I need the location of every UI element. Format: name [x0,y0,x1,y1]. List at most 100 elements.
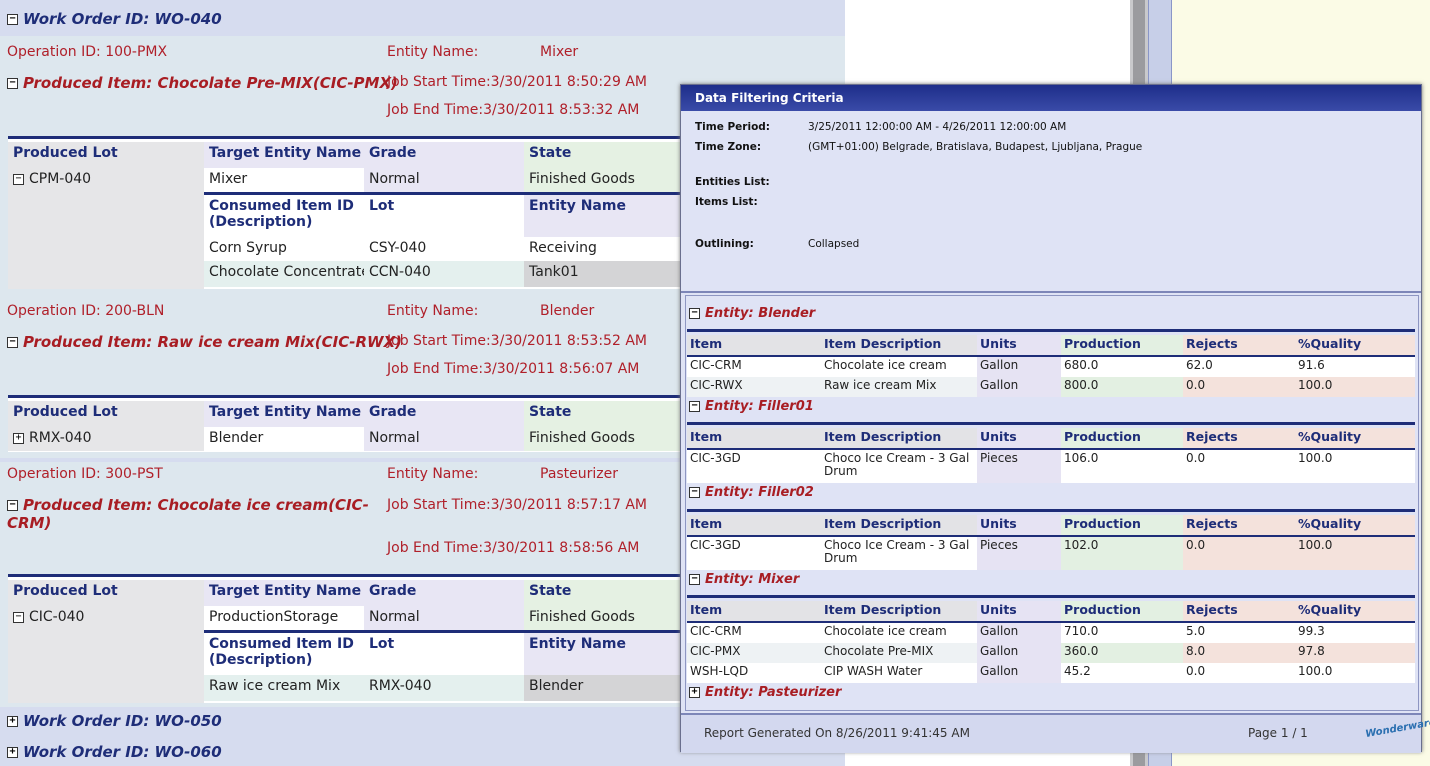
collapse-icon[interactable]: − [13,173,24,185]
expand-icon[interactable]: + [7,716,18,727]
entity-title: Entity: Filler01 [705,399,814,414]
rejects-cell: 0.0 [1183,450,1295,483]
description-line-1: Choco Ice Cream - 3 Gal [824,451,970,465]
expand-icon[interactable]: + [689,687,700,698]
col-state: State [524,401,680,427]
consumed-item: Corn Syrup [204,237,364,261]
col-item: Item [687,428,821,448]
grade-value: Normal [364,606,524,630]
expand-icon[interactable]: + [13,432,24,444]
criteria-section: Time Period: 3/25/2011 12:00:00 AM - 4/2… [681,111,1421,293]
entity-name-label: Entity Name: [387,44,479,60]
collapse-icon[interactable]: − [13,611,24,623]
col-consumed-item: Consumed Item ID (Description) [204,195,364,237]
quality-cell: 97.8 [1295,643,1415,663]
units-cell: Pieces [977,450,1061,483]
collapse-icon[interactable]: − [7,337,18,348]
col-entity-name: Entity Name [524,633,680,675]
col-production: Production [1061,515,1183,535]
entity-table: Item Item Description Units Production R… [687,595,1415,684]
item-cell: CIC-3GD [687,450,821,483]
entity-filler02[interactable]: − Entity: Filler02 [689,485,814,500]
table-row[interactable]: − CIC-040 [8,606,204,703]
produced-item-label: Produced Item: Chocolate ice cream(CIC- [23,496,369,514]
production-cell: 102.0 [1061,537,1183,570]
produced-lot-table: Produced Lot Target Entity Name Grade St… [8,574,680,703]
col-item: Item [687,601,821,621]
col-production: Production [1061,335,1183,355]
target-value: ProductionStorage [204,606,364,630]
col-grade: Grade [364,580,524,606]
description-line-1: Choco Ice Cream - 3 Gal [824,538,970,552]
col-rejects: Rejects [1183,428,1295,448]
work-order-title: Work Order ID: WO-060 [23,743,222,761]
time-zone-value: (GMT+01:00) Belgrade, Bratislava, Budape… [808,141,1143,153]
produced-lot-table: Produced Lot Target Entity Name Grade St… [8,136,680,289]
consumed-header-2: (Description) [209,214,313,230]
collapse-icon[interactable]: − [689,308,700,319]
target-value: Mixer [204,168,364,192]
description-line-2: Drum [824,551,858,565]
item-cell: CIC-3GD [687,537,821,570]
entity-name-label: Entity Name: [387,303,479,319]
entity-title: Entity: Blender [705,306,816,321]
state-value: Finished Goods [524,168,680,192]
col-state: State [524,142,680,168]
work-order-wo060[interactable]: + Work Order ID: WO-060 [7,743,222,761]
entity-pasteurizer[interactable]: + Entity: Pasteurizer [689,685,841,700]
entity-table: Item Item Description Units Production R… [687,509,1415,570]
collapse-icon[interactable]: − [7,500,18,511]
col-target-entity: Target Entity Name [204,142,364,168]
units-cell: Gallon [977,643,1061,663]
job-end-time: Job End Time:3/30/2011 8:53:32 AM [387,102,640,118]
col-produced-lot: Produced Lot [8,401,204,427]
work-order-wo050[interactable]: + Work Order ID: WO-050 [7,712,222,730]
wonderware-logo: Wonderware [1364,716,1430,741]
collapse-icon[interactable]: − [689,574,700,585]
collapse-icon[interactable]: − [689,487,700,498]
expand-icon[interactable]: + [7,747,18,758]
lot-value: CIC-040 [29,609,85,625]
work-order-wo040[interactable]: − Work Order ID: WO-040 [7,10,222,28]
item-cell: CIC-CRM [687,623,821,643]
item-cell: CIC-RWX [687,377,821,397]
entity-title: Entity: Pasteurizer [705,685,842,700]
rejects-cell: 0.0 [1183,663,1295,683]
state-value: Finished Goods [524,606,680,630]
item-cell: CIC-PMX [687,643,821,663]
col-lot: Lot [364,195,524,237]
description-line-2: Drum [824,464,858,478]
produced-item-continued: CRM) [7,514,52,532]
table-row[interactable]: − CPM-040 [8,168,204,289]
collapse-icon[interactable]: − [7,14,18,25]
job-start-time: Job Start Time:3/30/2011 8:53:52 AM [387,333,647,349]
col-produced-lot: Produced Lot [8,142,204,168]
data-filtering-popup: Data Filtering Criteria Time Period: 3/2… [680,84,1430,753]
produced-item[interactable]: − Produced Item: Chocolate Pre-MIX(CIC-PM… [7,74,398,92]
consumed-entity: Receiving [524,237,680,261]
table-row[interactable]: + RMX-040 [8,427,204,451]
col-units: Units [977,335,1061,355]
collapse-icon[interactable]: − [7,78,18,89]
popup-title: Data Filtering Criteria [695,91,844,105]
collapse-icon[interactable]: − [689,401,700,412]
quality-cell: 100.0 [1295,537,1415,570]
consumed-header-1: Consumed Item ID [209,198,354,214]
rejects-cell: 0.0 [1183,377,1295,397]
produced-item[interactable]: − Produced Item: Chocolate ice cream(CIC- [7,496,369,514]
units-cell: Gallon [977,377,1061,397]
description-cell: Chocolate ice cream [821,623,977,643]
entity-title: Entity: Filler02 [705,485,814,500]
operation-id: Operation ID: 300-PST [7,466,163,482]
quality-cell: 99.3 [1295,623,1415,643]
col-description: Item Description [821,335,977,355]
entity-mixer[interactable]: − Entity: Mixer [689,572,799,587]
units-cell: Gallon [977,663,1061,683]
time-period-value: 3/25/2011 12:00:00 AM - 4/26/2011 12:00:… [808,121,1067,133]
entity-filler01[interactable]: − Entity: Filler01 [689,399,814,414]
col-state: State [524,580,680,606]
entities-list-label: Entities List: [695,176,770,188]
entity-blender[interactable]: − Entity: Blender [689,306,815,321]
produced-item[interactable]: − Produced Item: Raw ice cream Mix(CIC-RW… [7,333,402,351]
consumed-lot: RMX-040 [364,675,524,701]
